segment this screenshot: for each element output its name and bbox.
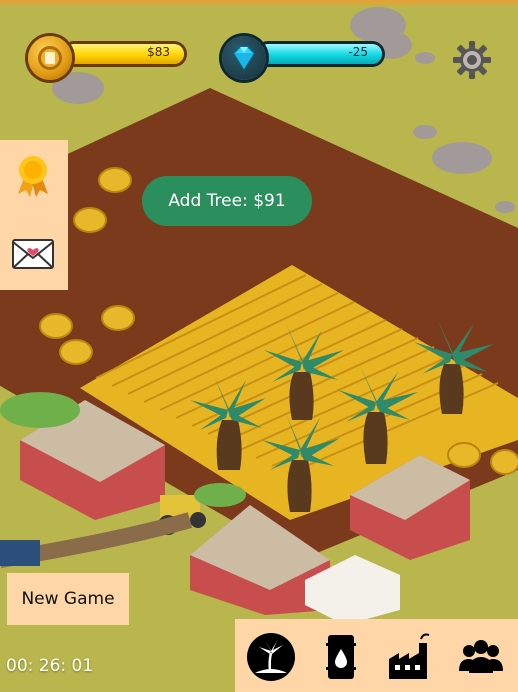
factory-icon[interactable] <box>385 631 437 681</box>
gold-value: $83 <box>147 45 170 59</box>
coin-icon <box>28 36 72 80</box>
people-group-icon[interactable] <box>455 631 507 681</box>
diamond-icon <box>222 36 266 80</box>
award-ribbon-icon[interactable] <box>10 152 56 198</box>
side-panel <box>0 140 68 290</box>
envelope-heart-icon[interactable] <box>10 230 56 276</box>
gems-value: -25 <box>348 45 368 59</box>
new-game-button[interactable]: New Game <box>7 573 129 625</box>
oil-barrel-icon[interactable] <box>315 631 367 681</box>
gem-balance: -25 <box>222 36 386 80</box>
game-timer: 00: 26: 01 <box>6 656 94 676</box>
gear-icon[interactable] <box>450 38 494 82</box>
palm-island-icon[interactable] <box>245 631 297 681</box>
bottom-toolbar <box>235 619 518 692</box>
add-tree-button[interactable]: Add Tree: $91 <box>142 176 312 226</box>
top-hud: $83 -25 <box>0 0 518 100</box>
gold-balance: $83 <box>28 36 188 80</box>
